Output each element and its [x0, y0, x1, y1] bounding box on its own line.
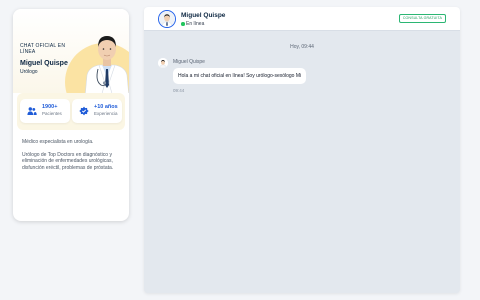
stat-experience-value: +10 años: [94, 104, 118, 110]
experience-icon: [79, 106, 89, 116]
stat-experience: +10 años Experiencia: [72, 99, 122, 123]
profile-bio: Médico especialista en urología. Urólogo…: [22, 139, 124, 171]
patients-icon: [27, 107, 37, 115]
bio-line-2: Urólogo de Top Doctors en diagnóstico y …: [22, 151, 114, 171]
profile-tagline: CHAT OFICIAL EN LÍNEA: [20, 43, 66, 55]
chat-header: Miguel Quispe En línea Consulta gratuita: [144, 7, 460, 31]
profile-role: Urólogo: [20, 69, 38, 75]
online-status-dot: [181, 22, 185, 26]
stat-patients: 1900+ Pacientes: [20, 99, 70, 123]
online-status-text: En línea: [186, 20, 205, 27]
doctor-profile-card: CHAT OFICIAL EN LÍNEA Miguel Quispe Uról…: [13, 9, 129, 221]
stats-panel: 1900+ Pacientes +10 años Experiencia: [17, 93, 125, 130]
stat-patients-label: Pacientes: [42, 111, 62, 116]
free-consultation-button[interactable]: Consulta gratuita: [398, 14, 446, 23]
message-avatar: [158, 58, 168, 68]
stat-patients-value: 1900+: [42, 104, 58, 110]
message-time: 09:44: [173, 88, 185, 93]
chat-window: Miguel Quispe En línea Consulta gratuita…: [144, 7, 460, 293]
avatar: [158, 10, 176, 28]
doctor-avatar-icon: [158, 58, 168, 68]
profile-hero: CHAT OFICIAL EN LÍNEA Miguel Quispe Uról…: [13, 9, 129, 93]
message-bubble: Hola a mi chat oficial en línea! Soy uró…: [173, 68, 307, 84]
doctor-avatar-icon: [159, 11, 175, 27]
doctor-portrait: [85, 36, 129, 93]
stat-experience-label: Experiencia: [94, 111, 118, 116]
day-divider: Hoy, 09:44: [290, 44, 314, 50]
chat-contact-name: Miguel Quispe: [181, 12, 226, 19]
message-sender: Miguel Quispe: [173, 59, 205, 65]
profile-name: Miguel Quispe: [20, 60, 68, 67]
bio-line-1: Médico especialista en urología.: [22, 139, 94, 145]
